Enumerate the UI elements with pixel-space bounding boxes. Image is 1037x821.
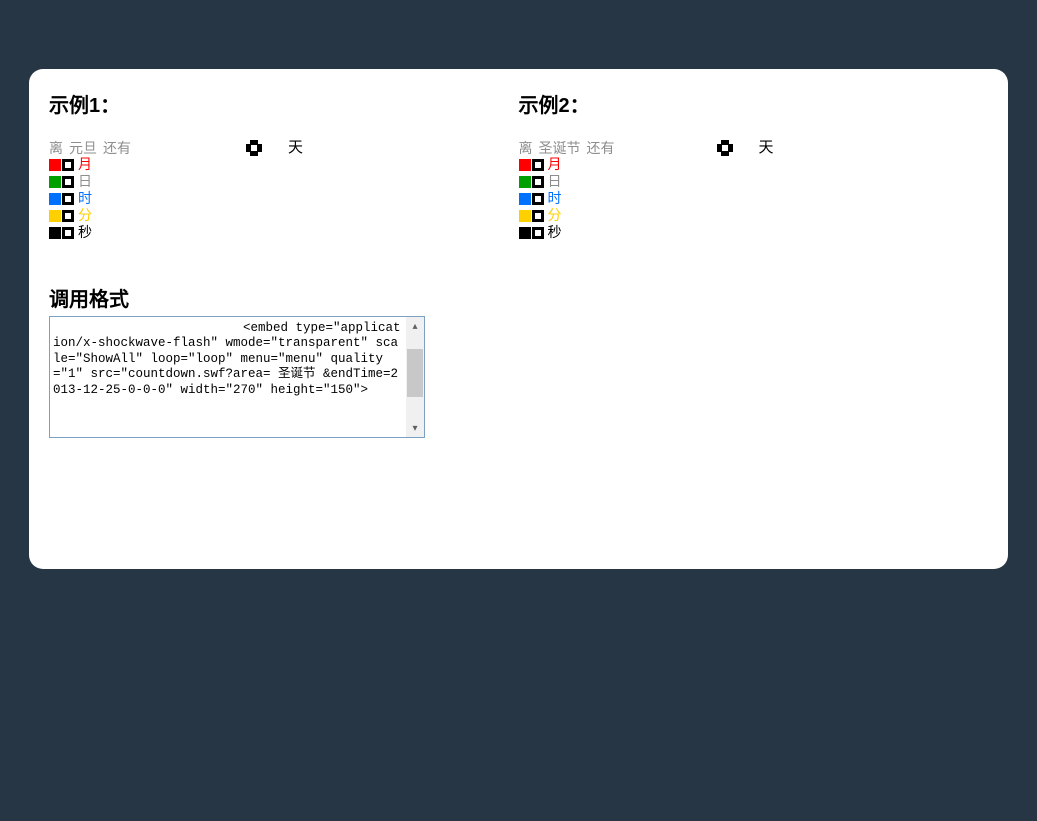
countdown-row-hour: 时 [519,190,989,207]
countdown-row-minute: 分 [49,207,519,224]
unit-label: 时 [78,190,92,207]
code-textarea[interactable]: <embed type="application/x-shockwave-fla… [49,316,425,438]
countdown-row-hour: 时 [49,190,519,207]
days-unit-label: 天 [288,140,303,156]
color-square-icon [49,193,61,205]
unit-label: 月 [78,156,92,173]
countdown-event-name: 圣诞节 [539,140,581,156]
color-square-icon [519,159,531,171]
unit-label: 日 [78,173,92,190]
ring-icon [532,210,544,222]
color-square-icon [519,210,531,222]
unit-label: 分 [548,207,562,224]
color-square-icon [49,227,61,239]
ring-icon [62,193,74,205]
unit-label: 秒 [78,224,92,241]
countdown-row-month: 月 [519,156,989,173]
countdown-event-name: 元旦 [69,140,97,156]
example-1-column: 示例1： 离 元旦 还有 天 月 日 时 分 秒 [49,89,519,241]
countdown-suffix: 还有 [587,140,615,156]
countdown-row-day: 日 [49,173,519,190]
countdown-row-second: 秒 [49,224,519,241]
scroll-down-button[interactable]: ▾ [406,419,424,437]
code-text: <embed type="application/x-shockwave-fla… [53,321,401,397]
color-square-icon [519,176,531,188]
color-square-icon [49,159,61,171]
example-2-top-line: 离 圣诞节 还有 天 [519,140,989,156]
ring-icon [532,227,544,239]
example-1-top-line: 离 元旦 还有 天 [49,140,519,156]
countdown-row-day: 日 [519,173,989,190]
example-1-heading: 示例1： [49,89,519,118]
unit-label: 时 [548,190,562,207]
countdown-prefix: 离 [49,140,63,156]
ring-icon [62,227,74,239]
scroll-up-button[interactable]: ▴ [406,317,424,335]
ring-icon [62,210,74,222]
example-1-rows: 月 日 时 分 秒 [49,156,519,241]
unit-label: 秒 [548,224,562,241]
unit-label: 月 [548,156,562,173]
countdown-row-minute: 分 [519,207,989,224]
example-2-column: 示例2： 离 圣诞节 还有 天 月 日 时 分 秒 [519,89,989,241]
countdown-row-second: 秒 [519,224,989,241]
examples-columns: 示例1： 离 元旦 还有 天 月 日 时 分 秒 示例2： 离 圣 [49,89,988,241]
call-format-heading: 调用格式 [49,283,988,312]
ring-icon [62,159,74,171]
unit-label: 日 [548,173,562,190]
countdown-row-month: 月 [49,156,519,173]
ring-icon [532,193,544,205]
color-square-icon [519,227,531,239]
countdown-prefix: 离 [519,140,533,156]
countdown-suffix: 还有 [103,140,131,156]
ring-icon [62,176,74,188]
example-2-heading: 示例2： [519,89,989,118]
ring-icon [532,176,544,188]
code-content: <embed type="application/x-shockwave-fla… [53,321,404,433]
unit-label: 分 [78,207,92,224]
content-panel: 示例1： 离 元旦 还有 天 月 日 时 分 秒 示例2： 离 圣 [29,69,1008,569]
ring-icon [532,159,544,171]
plugin-placeholder-icon [717,140,733,156]
days-unit-label: 天 [759,140,774,156]
scroll-thumb[interactable] [407,349,423,397]
color-square-icon [49,210,61,222]
example-2-rows: 月 日 时 分 秒 [519,156,989,241]
plugin-placeholder-icon [246,140,262,156]
color-square-icon [49,176,61,188]
color-square-icon [519,193,531,205]
scrollbar[interactable]: ▴ ▾ [406,317,424,437]
